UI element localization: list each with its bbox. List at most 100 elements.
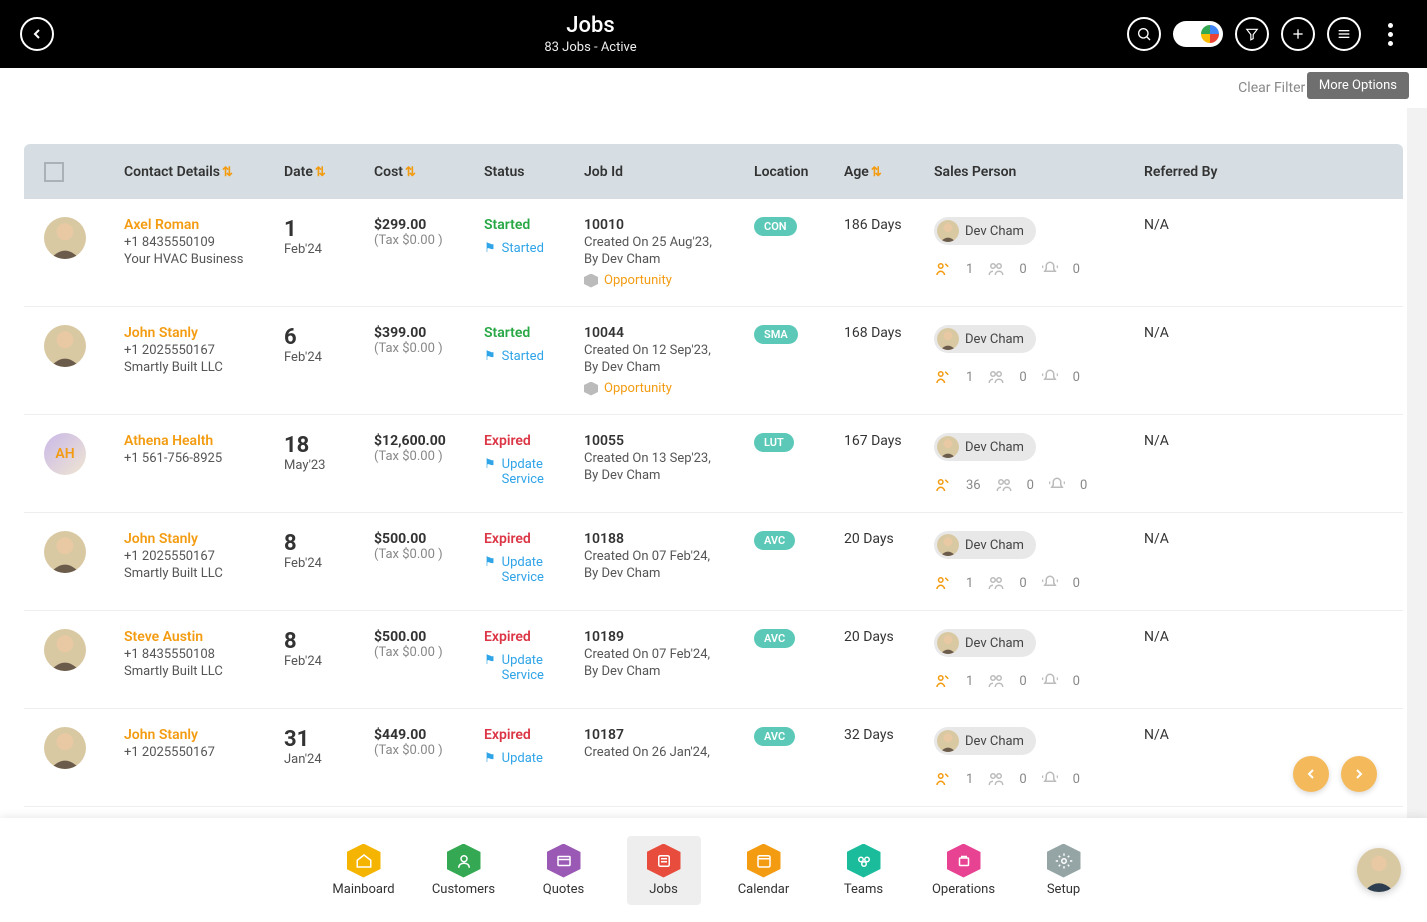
status-action[interactable]: ⚑ Update Service (484, 555, 584, 585)
contact-cell: John Stanly +1 2025550167 Smartly Built … (124, 325, 284, 377)
nav-icon (847, 844, 881, 878)
table-row[interactable]: AH Athena Health +1 561-756-8925 18 May'… (24, 415, 1403, 513)
jobid-by: By Dev Cham (584, 664, 754, 679)
nav-customers[interactable]: Customers (427, 836, 501, 905)
col-age[interactable]: Age⇅ (844, 164, 934, 180)
cost-amount: $449.00 (374, 727, 484, 743)
status-cell: Expired ⚑ Update (484, 727, 584, 766)
date-cell: 6 Feb'24 (284, 325, 374, 365)
nav-label: Mainboard (332, 882, 394, 897)
sales-avatar (937, 328, 959, 350)
nav-quotes[interactable]: Quotes (527, 836, 601, 905)
sales-chip[interactable]: Dev Cham (934, 531, 1036, 559)
sales-chip[interactable]: Dev Cham (934, 727, 1036, 755)
date-month: Feb'24 (284, 242, 374, 257)
opportunity-tag[interactable]: Opportunity (584, 381, 754, 396)
jobid-created: Created On 26 Jan'24, (584, 745, 754, 760)
more-options-button[interactable] (1373, 17, 1407, 51)
status-action[interactable]: ⚑ Started (484, 241, 584, 256)
contact-avatar (44, 531, 86, 573)
prev-page-button[interactable] (1293, 756, 1329, 792)
search-button[interactable] (1127, 17, 1161, 51)
sales-name: Dev Cham (965, 440, 1024, 455)
filter-button[interactable] (1235, 17, 1269, 51)
status-action[interactable]: ⚑ Update Service (484, 457, 584, 487)
age-cell: 20 Days (844, 531, 934, 547)
col-sales[interactable]: Sales Person (934, 164, 1144, 180)
jobid-cell: 10010 Created On 25 Aug'23, By Dev Cham … (584, 217, 754, 288)
date-month: May'23 (284, 458, 374, 473)
contact-phone: +1 2025550167 (124, 549, 284, 564)
scrollbar[interactable] (1407, 108, 1427, 818)
nav-icon (1047, 844, 1081, 878)
nav-mainboard[interactable]: Mainboard (327, 836, 401, 905)
table-row[interactable]: Axel Roman +1 8435550109 Your HVAC Busin… (24, 199, 1403, 307)
nav-jobs[interactable]: Jobs (627, 836, 701, 905)
contact-name[interactable]: John Stanly (124, 325, 284, 341)
sales-avatar (937, 220, 959, 242)
bell-icon (1041, 368, 1059, 386)
contact-name[interactable]: Steve Austin (124, 629, 284, 645)
col-status[interactable]: Status (484, 164, 584, 180)
jobid-created: Created On 07 Feb'24, (584, 549, 754, 564)
col-contact[interactable]: Contact Details⇅ (124, 164, 284, 180)
nav-label: Calendar (738, 882, 790, 897)
nav-icon (347, 844, 381, 878)
nav-icon (647, 844, 681, 878)
next-page-button[interactable] (1341, 756, 1377, 792)
col-date[interactable]: Date⇅ (284, 164, 374, 180)
back-button[interactable] (20, 17, 54, 51)
contact-name[interactable]: Athena Health (124, 433, 284, 449)
table-row[interactable]: Steve Austin +1 8435550108 Smartly Built… (24, 611, 1403, 709)
status-action[interactable]: ⚑ Update (484, 751, 584, 766)
nav-calendar[interactable]: Calendar (727, 836, 801, 905)
cost-tax: (Tax $0.00 ) (374, 645, 484, 660)
list-view-button[interactable] (1327, 17, 1361, 51)
col-cost[interactable]: Cost⇅ (374, 164, 484, 180)
map-toggle[interactable] (1173, 21, 1223, 47)
referred-cell: N/A (1144, 531, 1264, 547)
col-referred[interactable]: Referred By (1144, 164, 1264, 180)
status-cell: Expired ⚑ Update Service (484, 531, 584, 585)
col-location[interactable]: Location (754, 164, 844, 180)
nav-setup[interactable]: Setup (1027, 836, 1101, 905)
date-month: Jan'24 (284, 752, 374, 767)
clear-filter-link[interactable]: Clear Filter (1238, 80, 1305, 96)
sales-chip[interactable]: Dev Cham (934, 325, 1036, 353)
nav-label: Setup (1047, 882, 1080, 897)
jobid-value: 10055 (584, 433, 754, 449)
table-row[interactable]: John Stanly +1 2025550167 31 Jan'24 $449… (24, 709, 1403, 807)
cost-amount: $299.00 (374, 217, 484, 233)
add-button[interactable] (1281, 17, 1315, 51)
location-cell: AVC (754, 531, 844, 550)
sales-chip[interactable]: Dev Cham (934, 433, 1036, 461)
sales-chip[interactable]: Dev Cham (934, 629, 1036, 657)
status-action[interactable]: ⚑ Update Service (484, 653, 584, 683)
contact-avatar (44, 217, 86, 259)
contact-name[interactable]: John Stanly (124, 727, 284, 743)
nav-label: Customers (432, 882, 495, 897)
nav-teams[interactable]: Teams (827, 836, 901, 905)
date-day: 1 (284, 217, 374, 242)
opportunity-tag[interactable]: Opportunity (584, 273, 754, 288)
nav-operations[interactable]: Operations (927, 836, 1001, 905)
sales-chip[interactable]: Dev Cham (934, 217, 1036, 245)
select-all-checkbox[interactable] (44, 162, 64, 182)
table-row[interactable]: John Stanly +1 2025550167 Smartly Built … (24, 513, 1403, 611)
jobid-value: 10010 (584, 217, 754, 233)
age-cell: 32 Days (844, 727, 934, 743)
location-cell: CON (754, 217, 844, 236)
contact-company: Smartly Built LLC (124, 664, 284, 679)
date-day: 31 (284, 727, 374, 752)
profile-avatar[interactable] (1357, 848, 1401, 892)
jobid-cell: 10187 Created On 26 Jan'24, (584, 727, 754, 760)
sales-cell: Dev Cham 1 0 0 (934, 325, 1144, 386)
cost-amount: $399.00 (374, 325, 484, 341)
referred-cell: N/A (1144, 629, 1264, 645)
table-row[interactable]: John Stanly +1 2025550167 Smartly Built … (24, 307, 1403, 415)
jobid-value: 10044 (584, 325, 754, 341)
col-jobid[interactable]: Job Id (584, 164, 754, 180)
status-action[interactable]: ⚑ Started (484, 349, 584, 364)
contact-name[interactable]: Axel Roman (124, 217, 284, 233)
contact-name[interactable]: John Stanly (124, 531, 284, 547)
